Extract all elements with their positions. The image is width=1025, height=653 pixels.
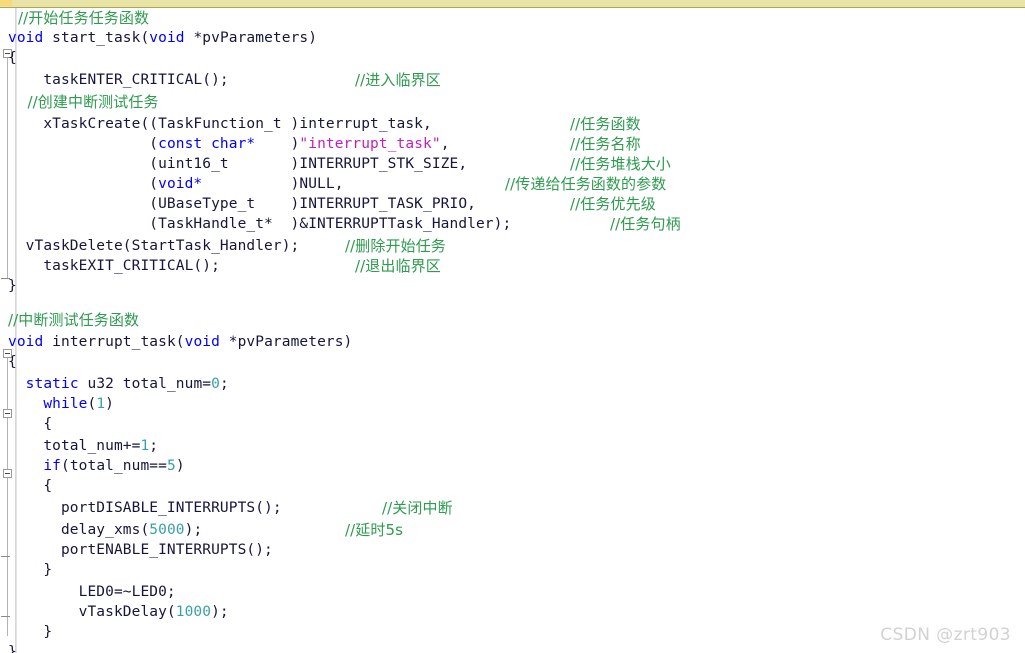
trailing-comment-task-handle: //任务句柄 bbox=[610, 215, 681, 233]
code-line-4: taskENTER_CRITICAL(); bbox=[8, 72, 229, 88]
keyword-void-3: void bbox=[8, 334, 44, 350]
trailing-comment-task-param: //传递给任务函数的参数 bbox=[505, 175, 667, 193]
comment-start-task-header: //开始任务任务函数 bbox=[18, 9, 150, 27]
code-line-24: { bbox=[8, 478, 53, 494]
number-increment-one: 1 bbox=[140, 438, 150, 454]
code-line-29: LED0=~LED0; bbox=[8, 584, 176, 600]
code-line-26: delay_xms(5000); bbox=[8, 522, 203, 538]
code-line-25: portDISABLE_INTERRUPTS(); bbox=[8, 500, 282, 516]
code-line-31: } bbox=[8, 624, 53, 640]
comment-interrupt-task-header: //中断测试任务函数 bbox=[8, 311, 140, 329]
code-line-11: (TaskHandle_t* )&INTERRUPTTask_Handler); bbox=[8, 216, 512, 232]
code-line-1: //开始任务任务函数 bbox=[18, 8, 149, 28]
code-editor-window: //开始任务任务函数 void start_task(void *pvParam… bbox=[0, 0, 1025, 653]
code-line-32: } bbox=[8, 644, 17, 653]
csdn-watermark: CSDN @zrt903 bbox=[880, 625, 1011, 645]
keyword-const-char-ptr: const char* bbox=[158, 136, 256, 152]
keyword-void-2: void bbox=[149, 30, 185, 46]
number-1000: 1000 bbox=[175, 604, 212, 620]
code-line-16: //中断测试任务函数 bbox=[8, 310, 139, 330]
trailing-comment-delay-5s: //延时5s bbox=[345, 521, 404, 539]
number-five: 5 bbox=[166, 458, 176, 474]
code-line-12: vTaskDelete(StartTask_Handler); bbox=[8, 238, 300, 254]
comment-create-task: //创建中断测试任务 bbox=[8, 93, 159, 111]
trailing-comment-task-name: //任务名称 bbox=[570, 135, 641, 153]
code-line-3: { bbox=[8, 50, 17, 66]
editor-header-bar bbox=[0, 0, 1025, 8]
code-line-21: { bbox=[8, 416, 53, 432]
trailing-comment-task-prio: //任务优先级 bbox=[570, 195, 656, 213]
trailing-comment-enter-critical: //进入临界区 bbox=[355, 71, 441, 89]
code-line-2: void start_task(void *pvParameters) bbox=[8, 30, 318, 46]
trailing-comment-task-stack-size: //任务堆栈大小 bbox=[570, 155, 671, 173]
keyword-while: while bbox=[43, 396, 88, 412]
keyword-void-ptr: void* bbox=[158, 176, 203, 192]
trailing-comment-task-function: //任务函数 bbox=[570, 115, 641, 133]
keyword-if: if bbox=[43, 458, 61, 474]
code-line-30: vTaskDelay(1000); bbox=[8, 604, 229, 620]
trailing-comment-disable-interrupt: //关闭中断 bbox=[382, 499, 453, 517]
code-line-28: } bbox=[8, 562, 53, 578]
code-surface[interactable]: //开始任务任务函数 void start_task(void *pvParam… bbox=[0, 8, 1025, 653]
code-line-9: (void* )NULL, bbox=[8, 176, 344, 192]
trailing-comment-delete-start-task: //删除开始任务 bbox=[345, 237, 446, 255]
number-5000: 5000 bbox=[149, 522, 185, 538]
code-line-19: static u32 total_num=0; bbox=[25, 376, 229, 392]
code-line-8: (uint16_t )INTERRUPT_STK_SIZE, bbox=[8, 156, 468, 172]
keyword-void-4: void bbox=[184, 334, 220, 350]
trailing-comment-exit-critical: //退出临界区 bbox=[355, 257, 441, 275]
code-line-6: xTaskCreate((TaskFunction_t )interrupt_t… bbox=[8, 116, 432, 132]
number-while-one: 1 bbox=[96, 396, 106, 412]
keyword-void-1: void bbox=[8, 30, 44, 46]
number-zero: 0 bbox=[211, 376, 220, 392]
code-line-18: { bbox=[8, 354, 17, 370]
code-line-13: taskEXIT_CRITICAL(); bbox=[8, 258, 220, 274]
code-line-14: } bbox=[8, 278, 17, 294]
editor-tab-nub bbox=[0, 0, 12, 6]
code-line-27: portENABLE_INTERRUPTS(); bbox=[8, 542, 273, 558]
string-interrupt-task: "interrupt_task" bbox=[299, 136, 441, 152]
code-line-22: total_num+=1; bbox=[8, 438, 159, 454]
code-line-20: while(1) bbox=[43, 396, 115, 412]
code-line-5: //创建中断测试任务 bbox=[8, 92, 159, 112]
code-line-10: (UBaseType_t )INTERRUPT_TASK_PRIO, bbox=[8, 196, 476, 212]
code-line-23: if(total_num==5) bbox=[43, 458, 185, 474]
keyword-static: static bbox=[25, 376, 79, 392]
code-line-17: void interrupt_task(void *pvParameters) bbox=[8, 334, 353, 350]
code-line-7: (const char* )"interrupt_task", bbox=[8, 136, 450, 152]
